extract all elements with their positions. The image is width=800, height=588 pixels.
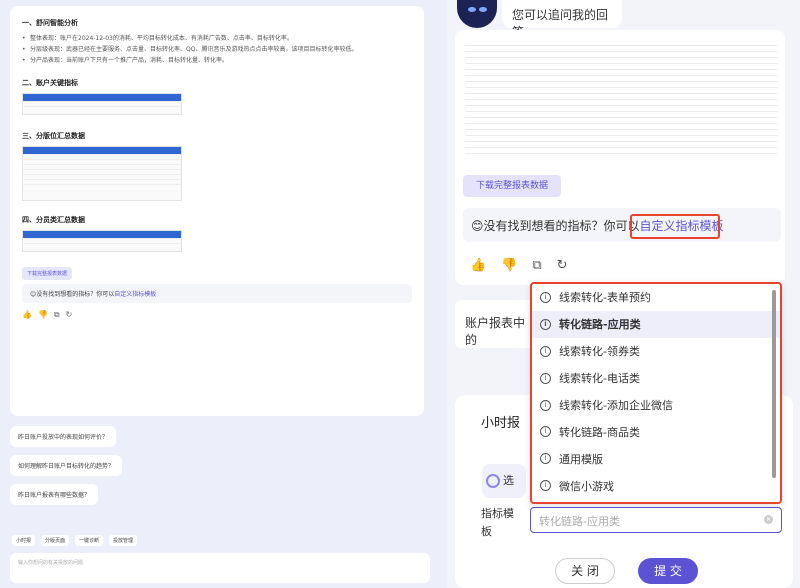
dropdown-option[interactable]: i 微信小游戏 <box>532 472 780 499</box>
option-badge-label: 选 <box>503 474 514 487</box>
hint-text: 😊没有找到想看的指标？你可以 <box>30 291 115 298</box>
section-title-placement: 三、分版位汇总数据 <box>22 132 85 140</box>
custom-template-link[interactable]: 自定义指标模板 <box>114 291 156 298</box>
thumbs-up-icon[interactable]: 👍 <box>470 258 486 273</box>
quick-tools: 小时报 分版页面 一键诊断 投放管理 <box>12 535 138 546</box>
template-dropdown: i 线索转化-表单预约 i 转化链路-应用类 i 线索转化-领券类 i 线索转化-电话类… <box>530 282 782 504</box>
report-detail-card <box>455 30 785 285</box>
option-label: 转化链路-应用类 <box>559 318 641 332</box>
assistant-bubble: 您可以追问我的回答 <box>502 0 622 39</box>
hint-text: 😊没有找到想看的指标？你可以 <box>471 219 640 233</box>
analysis-item: 分层级表现：武器已经在主要服务、点击量、目标转化率、QQ、腾讯音乐及游戏热点点击… <box>22 44 412 55</box>
info-icon: i <box>540 345 551 357</box>
template-select-value: 转化链路-应用类 <box>539 515 620 528</box>
dropdown-option[interactable]: i 线索转化-表单预约 <box>532 284 780 311</box>
close-button[interactable]: 关 闭 <box>555 558 615 584</box>
highlight-box <box>630 214 720 239</box>
product-table-thumb <box>22 230 182 252</box>
report-card: 一、舒问智能分析 整体表现：账户在2024-12-03的消耗、平均目标转化成本、… <box>10 6 424 416</box>
analysis-item: 分产品表现：当前账户下只有一个推广产品，消耗、目标转化量、转化率。 <box>22 55 412 66</box>
placement-table-thumb <box>22 146 182 201</box>
info-icon: i <box>540 318 551 330</box>
chat-input[interactable]: 输入你想问的有关投放的问题 <box>10 553 430 583</box>
refresh-icon[interactable]: ↻ <box>557 258 568 273</box>
dropdown-option[interactable]: i 转化链路-应用类 <box>532 310 780 338</box>
section-title-account: 二、账户关键指标 <box>22 79 78 87</box>
analysis-list: 整体表现：账户在2024-12-03的消耗、平均目标转化成本、有消耗广告数、点击… <box>22 33 412 66</box>
dropdown-option[interactable]: i 线索转化-添加企业微信 <box>532 392 780 419</box>
analysis-item: 整体表现：账户在2024-12-03的消耗、平均目标转化成本、有消耗广告数、点击… <box>22 33 412 44</box>
side-text: 账户报表中的 <box>455 300 535 348</box>
feedback-icons: 👍 👎 ⧉ ↻ <box>470 258 568 273</box>
option-label: 线索转化-电话类 <box>559 372 640 386</box>
custom-metric-hint: 😊没有找到想看的指标？你可以自定义指标模板 <box>22 284 412 303</box>
option-label: 通用模版 <box>559 452 603 466</box>
dropdown-option[interactable]: i 线索转化-领券类 <box>532 338 780 365</box>
custom-metric-hint: 😊没有找到想看的指标？你可以自定义指标模板 <box>463 208 781 242</box>
suggested-question[interactable]: 昨日账户报表有哪些数据？ <box>10 484 99 505</box>
tool-placement[interactable]: 分版页面 <box>41 535 70 546</box>
dropdown-scrollbar[interactable] <box>772 290 776 478</box>
report-table <box>465 40 777 158</box>
dropdown-option[interactable]: i 线索转化-电话类 <box>532 365 780 392</box>
account-table-thumb <box>22 93 182 115</box>
download-report-button[interactable]: 下载完整报表数据 <box>22 267 73 280</box>
field-label: 指标模板 <box>481 507 514 538</box>
info-icon: i <box>540 372 551 384</box>
thumbs-down-icon[interactable]: 👎 <box>501 258 517 273</box>
dropdown-option[interactable]: i 通用模版 <box>532 445 780 472</box>
option-label: 线索转化-表单预约 <box>559 291 651 305</box>
info-icon: i <box>540 480 551 492</box>
panel-title: 小时报 <box>481 416 521 431</box>
suggested-question[interactable]: 昨日账户投放中的表现如何评价？ <box>10 426 117 447</box>
left-panel: 一、舒问智能分析 整体表现：账户在2024-12-03的消耗、平均目标转化成本、… <box>0 0 440 588</box>
option-label: 转化链路-商品类 <box>559 425 640 439</box>
copy-icon[interactable]: ⧉ <box>532 258 541 273</box>
option-icon <box>486 474 500 488</box>
tool-manage[interactable]: 投放管理 <box>109 535 138 546</box>
info-icon: i <box>540 291 551 303</box>
info-icon: i <box>540 453 551 465</box>
template-select[interactable]: 转化链路-应用类 × <box>530 507 782 533</box>
info-icon: i <box>540 426 551 438</box>
tool-hourly[interactable]: 小时报 <box>12 535 36 546</box>
option-label: 线索转化-添加企业微信 <box>559 399 673 413</box>
tool-diagnose[interactable]: 一键诊断 <box>75 535 104 546</box>
info-icon: i <box>540 399 551 411</box>
option-badge[interactable]: 选 <box>482 464 526 498</box>
section-title-analysis: 一、舒问智能分析 <box>22 19 78 27</box>
feedback-icons: 👍👎⧉↻ <box>22 310 79 319</box>
dropdown-option[interactable]: i 转化链路-商品类 <box>532 418 780 445</box>
clear-icon[interactable]: × <box>764 515 773 524</box>
option-label: 线索转化-领券类 <box>559 345 640 359</box>
submit-button[interactable]: 提 交 <box>638 558 698 584</box>
option-label: 微信小游戏 <box>559 479 614 493</box>
download-report-button[interactable]: 下载完整报表数据 <box>463 175 561 197</box>
suggested-question[interactable]: 如何理解昨日账户目标转化的趋势？ <box>10 455 123 476</box>
section-title-product: 四、分员类汇总数据 <box>22 216 85 224</box>
